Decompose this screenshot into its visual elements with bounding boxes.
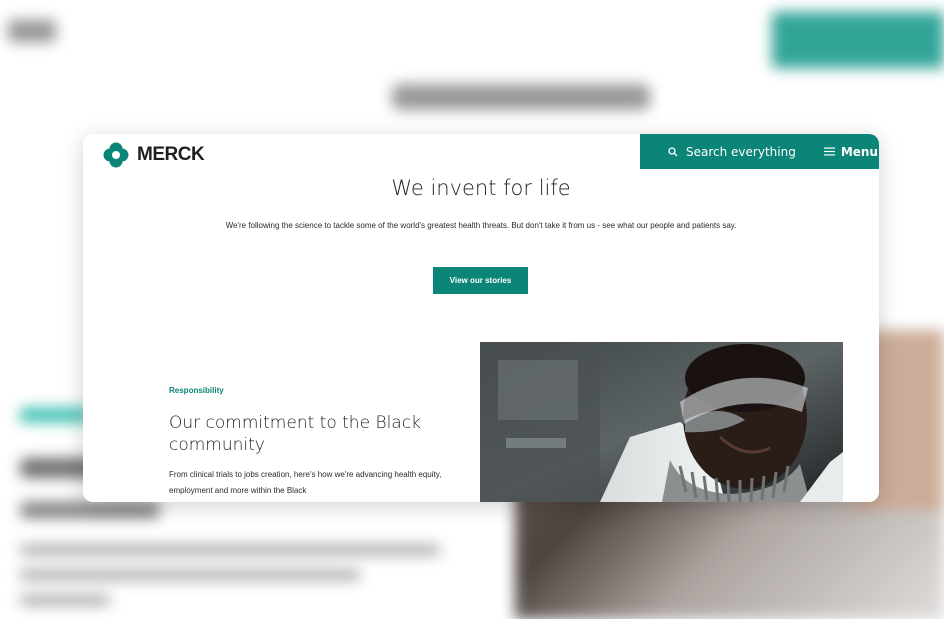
- feature-description: From clinical trials to jobs creation, h…: [169, 470, 442, 495]
- background-paragraph: [20, 545, 440, 555]
- background-tag: [20, 408, 90, 422]
- background-search-bar: [772, 12, 944, 68]
- background-paragraph: [20, 570, 360, 580]
- menu-button[interactable]: Menu: [823, 144, 878, 159]
- brand-logo-link[interactable]: MERCK: [101, 140, 205, 170]
- background-heading-2: [20, 502, 160, 518]
- hero-description: We're following the science to tackle so…: [225, 221, 737, 230]
- header-utility-bar: Search everything Menu: [640, 134, 879, 169]
- view-our-stories-button[interactable]: View our stories: [433, 267, 528, 294]
- hamburger-icon: [823, 147, 835, 156]
- feature-title[interactable]: Our commitment to the Black community: [169, 412, 429, 456]
- background-title: [392, 84, 650, 110]
- merck-logo-icon: [101, 140, 131, 170]
- search-icon: [668, 146, 678, 157]
- feature-category-link[interactable]: Responsibility: [169, 386, 224, 395]
- page-card: MERCK Search everything Menu We invent f…: [83, 134, 879, 502]
- search-label: Search everything: [686, 144, 796, 159]
- search-button[interactable]: Search everything: [668, 145, 796, 159]
- hero-title: We invent for life: [391, 176, 571, 200]
- background-paragraph: [20, 595, 110, 605]
- menu-label: Menu: [840, 144, 878, 159]
- scientist-photo: [480, 342, 843, 502]
- background-logo: [8, 20, 56, 42]
- brand-name: MERCK: [137, 144, 205, 165]
